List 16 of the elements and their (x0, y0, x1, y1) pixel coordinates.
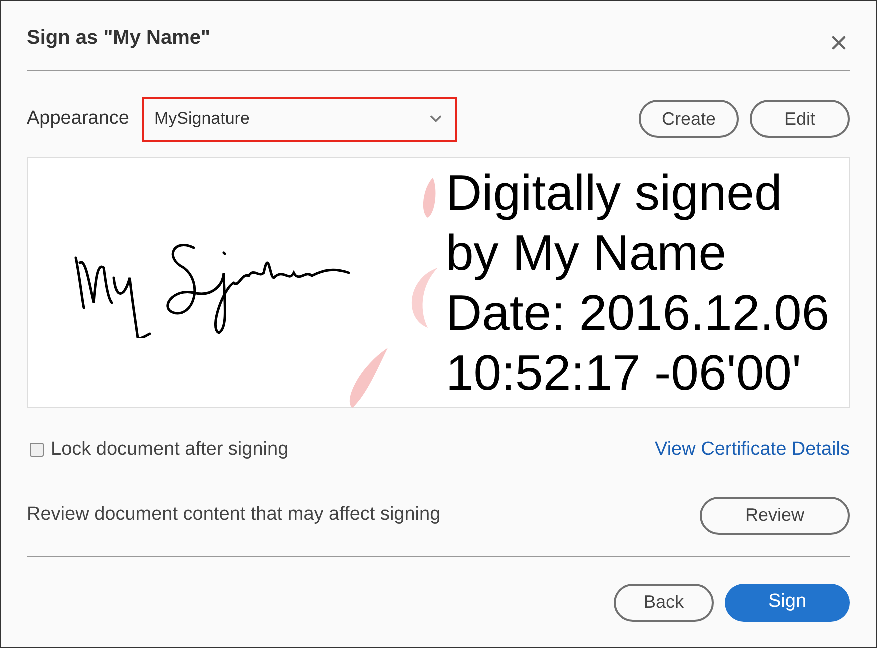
action-button[interactable]: Edit (750, 100, 850, 138)
signature-detail-text: by My Name (446, 224, 728, 283)
secondary-button[interactable]: Back (614, 584, 714, 622)
signature-detail-text: Digitally signed (446, 164, 784, 223)
action-button[interactable]: Create (639, 100, 739, 138)
lock-label: Lock document after signing (51, 438, 289, 462)
primary-button[interactable]: Sign (725, 584, 850, 622)
lock-checkbox[interactable] (30, 443, 44, 458)
appearance-dropdown[interactable]: MySignature (142, 96, 458, 142)
appearance-label: Appearance (27, 106, 130, 131)
certificate-link[interactable]: View Certificate Details (654, 436, 850, 464)
signature-detail-text: Date: 2016.12.06 (446, 284, 830, 343)
dialog-title: Sign as "My Name" (27, 26, 210, 50)
review-button[interactable]: Review (700, 496, 850, 534)
review-text: Review document content that may affect signing (27, 503, 441, 528)
signature-detail-text: 10:52:17 -06'00' (446, 344, 802, 403)
